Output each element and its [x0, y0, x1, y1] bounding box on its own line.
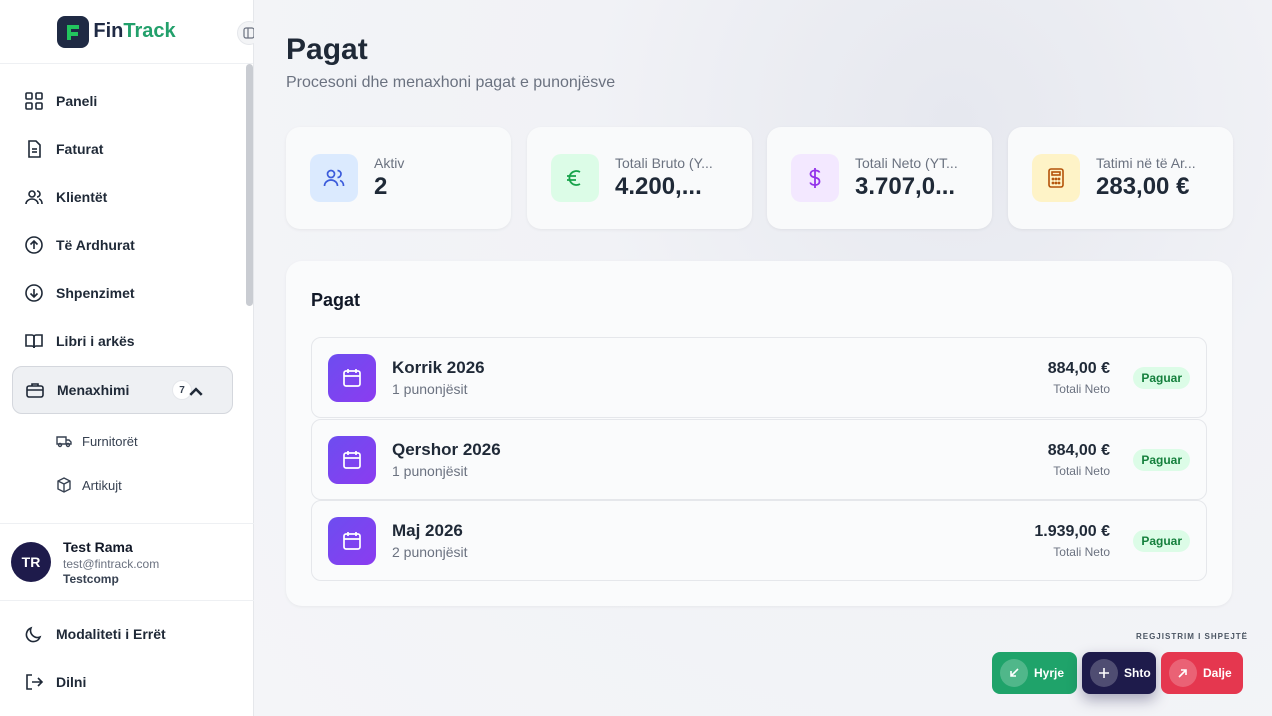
sidebar-nav: Paneli Faturat Klientët Të Ardhurat Shpe…	[0, 64, 254, 522]
stat-label: Totali Bruto (Y...	[615, 155, 713, 171]
chevron-up-icon[interactable]	[186, 382, 206, 402]
quick-entry-add-label: Shto	[1124, 666, 1151, 680]
dark-mode-label: Modaliteti i Errët	[56, 626, 166, 642]
payroll-period: Korrik 2026	[392, 358, 485, 377]
sidebar: FinTrack Paneli Faturat Klientët Të Ardh…	[0, 0, 261, 716]
sidebar-item-label: Klientët	[56, 189, 108, 205]
dark-mode-toggle[interactable]: Modaliteti i Errët	[24, 619, 166, 649]
truck-icon	[56, 436, 72, 448]
sidebar-item-libri-i-arkes[interactable]: Libri i arkës	[12, 318, 233, 364]
sidebar-item-label: Paneli	[56, 93, 98, 109]
quick-entry-label: REGJISTRIM I SHPEJTË	[1135, 632, 1248, 641]
calendar-icon	[328, 354, 376, 402]
moon-icon	[25, 626, 42, 643]
sidebar-item-paneli[interactable]: Paneli	[12, 78, 233, 124]
arrow-down-left-icon	[1000, 659, 1028, 687]
status-badge: Paguar	[1133, 367, 1190, 389]
plus-icon	[1090, 659, 1118, 687]
payroll-amount: 884,00 €	[1047, 442, 1110, 459]
payroll-amount-label: Totali Neto	[1053, 545, 1110, 559]
logout-button[interactable]: Dilni	[24, 667, 86, 697]
stat-label: Aktiv	[374, 155, 405, 171]
stat-value: 4.200,...	[615, 173, 702, 200]
panel-title: Pagat	[311, 290, 361, 310]
sidebar-subitem-furnitoret[interactable]: Furnitorët	[56, 426, 138, 456]
payroll-employees: 1 punonjësit	[392, 381, 468, 397]
avatar: TR	[11, 542, 51, 582]
payroll-employees: 1 punonjësit	[392, 463, 468, 479]
sidebar-item-label: Të Ardhurat	[56, 237, 135, 253]
payroll-amount-label: Totali Neto	[1053, 464, 1110, 478]
page-subtitle: Procesoni dhe menaxhoni pagat e punonjës…	[286, 74, 616, 91]
sidebar-item-te-ardhurat[interactable]: Të Ardhurat	[12, 222, 233, 268]
quick-entry-out-button[interactable]: Dalje	[1161, 652, 1243, 694]
brand-name: FinTrack	[93, 20, 176, 42]
user-email: test@fintrack.com	[63, 556, 160, 571]
payroll-amount-label: Totali Neto	[1053, 382, 1110, 396]
calendar-icon	[328, 436, 376, 484]
euro-icon	[551, 154, 599, 202]
payroll-row[interactable]: Qershor 2026 1 punonjësit 884,00 € Total…	[311, 419, 1207, 500]
sidebar-item-klientet[interactable]: Klientët	[12, 174, 233, 220]
payroll-row[interactable]: Maj 2026 2 punonjësit 1.939,00 € Totali …	[311, 500, 1207, 581]
stat-value: 2	[374, 173, 388, 200]
quick-entry-in-label: Hyrje	[1034, 666, 1065, 680]
stat-label: Tatimi në të Ar...	[1096, 155, 1196, 171]
sidebar-item-label: Menaxhimi	[57, 382, 130, 398]
sidebar-scrollbar[interactable]	[246, 64, 253, 306]
brand[interactable]: FinTrack	[0, 0, 261, 64]
calculator-icon	[1032, 154, 1080, 202]
sidebar-item-label: Libri i arkës	[56, 333, 135, 349]
payroll-amount: 884,00 €	[1047, 360, 1110, 377]
quick-entry-in-button[interactable]: Hyrje	[992, 652, 1077, 694]
payroll-row[interactable]: Korrik 2026 1 punonjësit 884,00 € Totali…	[311, 337, 1207, 418]
sidebar-subitem-label: Artikujt	[82, 477, 122, 493]
arrow-up-circle-icon	[25, 236, 43, 254]
quick-entry-out-label: Dalje	[1203, 666, 1232, 680]
main-content: Pagat Procesoni dhe menaxhoni pagat e pu…	[254, 0, 1272, 716]
sidebar-item-label: Faturat	[56, 141, 104, 157]
user-name: Test Rama	[63, 538, 133, 555]
quick-entry-add-button[interactable]: Shto	[1082, 652, 1156, 694]
dashboard-icon	[25, 92, 43, 110]
logout-label: Dilni	[56, 674, 87, 690]
payroll-period: Maj 2026	[392, 521, 463, 540]
sidebar-item-shpenzimet[interactable]: Shpenzimet	[12, 270, 233, 316]
payroll-amount: 1.939,00 €	[1034, 523, 1110, 540]
sidebar-item-faturat[interactable]: Faturat	[12, 126, 233, 172]
calendar-icon	[328, 517, 376, 565]
status-badge: Paguar	[1133, 449, 1190, 471]
briefcase-icon	[26, 383, 44, 398]
user-company: Testcomp	[63, 571, 119, 586]
users-icon	[310, 154, 358, 202]
sidebar-subitem-artikujt[interactable]: Artikujt	[56, 470, 122, 500]
dollar-icon	[791, 154, 839, 202]
stat-card-totali-neto: Totali Neto (YT... 3.707,0...	[767, 127, 992, 229]
status-badge: Paguar	[1133, 530, 1190, 552]
fintrack-logo-icon	[57, 15, 90, 48]
sidebar-item-label: Shpenzimet	[56, 285, 135, 301]
box-icon	[57, 477, 71, 493]
book-icon	[25, 334, 43, 349]
payroll-period: Qershor 2026	[392, 440, 501, 459]
payroll-panel: Pagat Korrik 2026 1 punonjësit 884,00 € …	[286, 261, 1232, 606]
payroll-employees: 2 punonjësit	[392, 544, 468, 560]
stat-card-tatimi: Tatimi në të Ar... 283,00 €	[1008, 127, 1233, 229]
logout-icon	[26, 674, 44, 690]
user-profile[interactable]: TR Test Rama test@fintrack.com Testcomp	[0, 523, 254, 601]
users-icon	[25, 190, 43, 205]
stat-value: 283,00 €	[1096, 173, 1190, 200]
stat-label: Totali Neto (YT...	[855, 155, 958, 171]
sidebar-item-menaxhimi[interactable]: Menaxhimi 7	[12, 366, 233, 414]
arrow-down-circle-icon	[25, 284, 43, 302]
sidebar-subitem-label: Furnitorët	[82, 433, 138, 449]
page-title: Pagat	[286, 33, 368, 66]
document-icon	[28, 140, 41, 158]
arrow-up-right-icon	[1169, 659, 1197, 687]
stat-value: 3.707,0...	[855, 173, 956, 200]
stat-card-aktiv: Aktiv 2	[286, 127, 511, 229]
stat-card-totali-bruto: Totali Bruto (Y... 4.200,...	[527, 127, 752, 229]
